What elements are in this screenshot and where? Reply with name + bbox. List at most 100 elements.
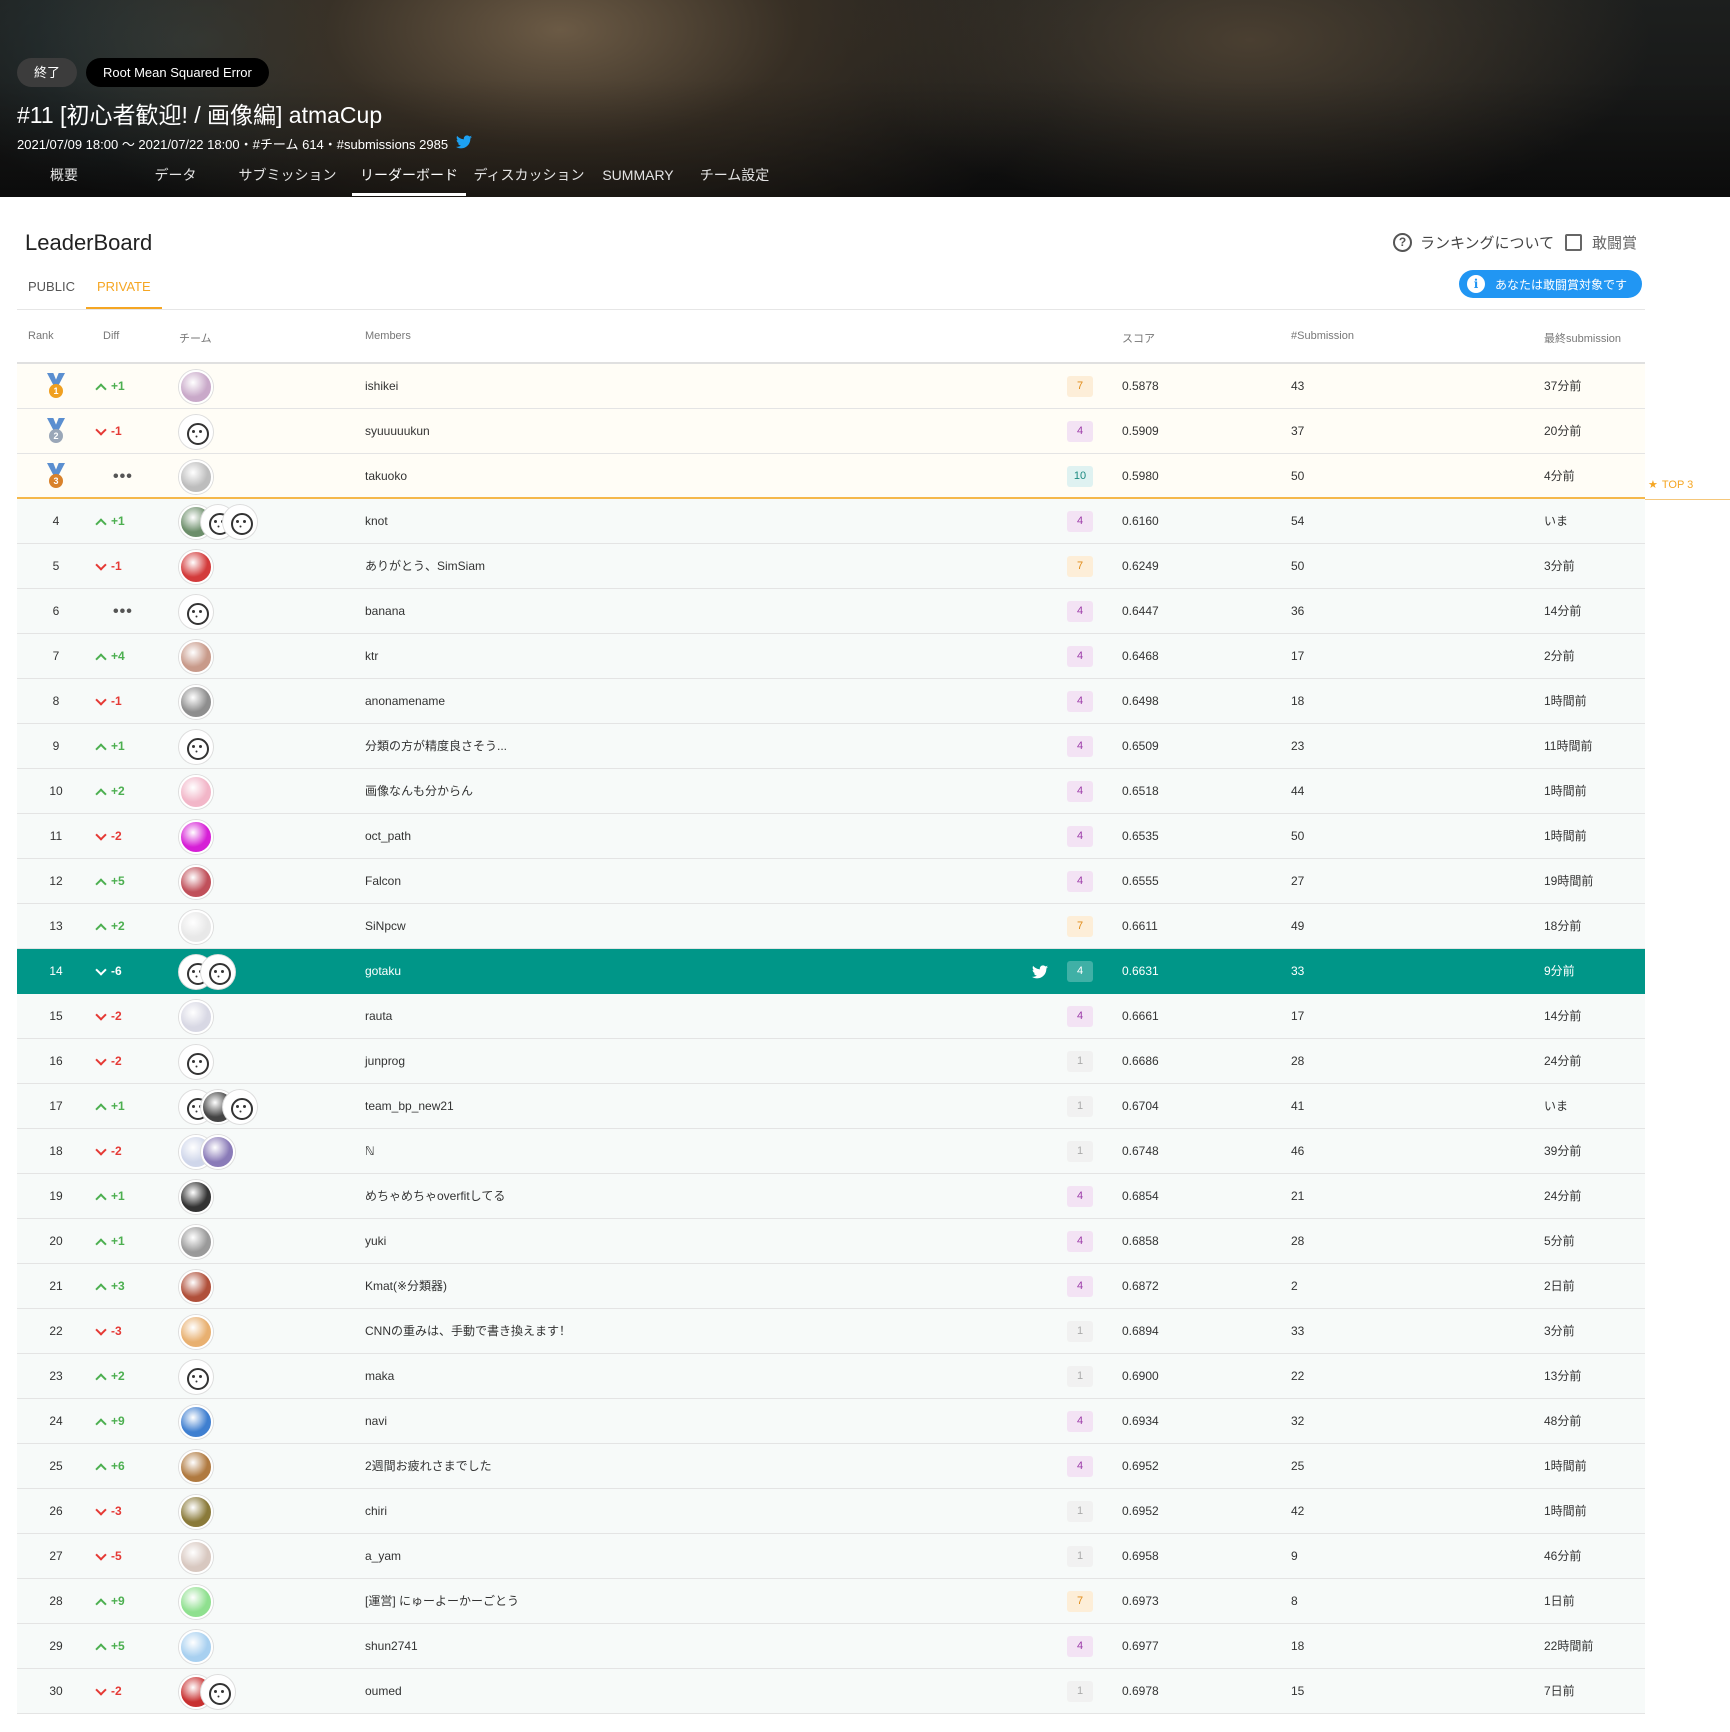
team-name[interactable]: SiNpcw bbox=[365, 904, 406, 949]
table-row[interactable]: 21 +3 Kmat(※分類器) 4 0.6872 2 2日前 bbox=[17, 1264, 1645, 1309]
avatar[interactable] bbox=[179, 729, 213, 764]
team-name[interactable]: oct_path bbox=[365, 814, 411, 859]
team-name[interactable]: ishikei bbox=[365, 364, 398, 409]
avatar[interactable] bbox=[179, 1314, 213, 1349]
table-row[interactable]: 1 +1 ishikei 7 0.5878 43 37分前 bbox=[17, 364, 1645, 409]
avatar[interactable] bbox=[223, 504, 257, 539]
table-row[interactable]: 27 -5 a_yam 1 0.6958 9 46分前 bbox=[17, 1534, 1645, 1579]
avatar[interactable] bbox=[179, 1629, 213, 1664]
avatar[interactable] bbox=[179, 1224, 213, 1259]
table-row[interactable]: 7 +4 ktr 4 0.6468 17 2分前 bbox=[17, 634, 1645, 679]
table-row[interactable]: 14 -6 gotaku 4 0.6631 33 9分前 bbox=[17, 949, 1645, 994]
team-name[interactable]: Kmat(※分類器) bbox=[365, 1264, 447, 1309]
team-name[interactable]: knot bbox=[365, 499, 388, 544]
table-row[interactable]: 13 +2 SiNpcw 7 0.6611 49 18分前 bbox=[17, 904, 1645, 949]
table-row[interactable]: 6 ••• banana 4 0.6447 36 14分前 bbox=[17, 589, 1645, 634]
team-name[interactable]: syuuuuukun bbox=[365, 409, 430, 454]
table-row[interactable]: 12 +5 Falcon 4 0.6555 27 19時間前 bbox=[17, 859, 1645, 904]
avatar[interactable] bbox=[179, 909, 213, 944]
team-name[interactable]: oumed bbox=[365, 1669, 402, 1714]
column-rank[interactable]: Rank bbox=[28, 330, 54, 342]
avatar[interactable] bbox=[223, 1089, 257, 1124]
table-row[interactable]: 8 -1 anonamename 4 0.6498 18 1時間前 bbox=[17, 679, 1645, 724]
team-name[interactable]: gotaku bbox=[365, 949, 401, 994]
team-name[interactable]: Falcon bbox=[365, 859, 401, 904]
fighting-spirit-filter[interactable]: 敢闘賞 bbox=[1565, 232, 1637, 253]
avatar[interactable] bbox=[179, 1584, 213, 1619]
avatar[interactable] bbox=[179, 819, 213, 854]
ranking-help-link[interactable]: ? ランキングについて bbox=[1393, 232, 1554, 253]
team-name[interactable]: [運営] にゅーよーかーごとう bbox=[365, 1579, 519, 1624]
tab-3[interactable]: リーダーボード bbox=[352, 160, 466, 197]
table-row[interactable]: 4 +1 knot 4 0.6160 54 いま bbox=[17, 499, 1645, 544]
team-name[interactable]: shun2741 bbox=[365, 1624, 418, 1669]
avatar[interactable] bbox=[179, 999, 213, 1034]
table-row[interactable]: 9 +1 分類の方が精度良さそう... 4 0.6509 23 11時間前 bbox=[17, 724, 1645, 769]
team-name[interactable]: ℕ bbox=[365, 1129, 375, 1174]
avatar[interactable] bbox=[179, 1494, 213, 1529]
avatar[interactable] bbox=[179, 1449, 213, 1484]
table-row[interactable]: 19 +1 めちゃめちゃoverfitしてる 4 0.6854 21 24分前 bbox=[17, 1174, 1645, 1219]
team-name[interactable]: yuki bbox=[365, 1219, 386, 1264]
team-name[interactable]: めちゃめちゃoverfitしてる bbox=[365, 1174, 505, 1219]
table-row[interactable]: 23 +2 maka 1 0.6900 22 13分前 bbox=[17, 1354, 1645, 1399]
tab-private[interactable]: PRIVATE bbox=[85, 272, 162, 309]
team-name[interactable]: maka bbox=[365, 1354, 394, 1399]
team-name[interactable]: rauta bbox=[365, 994, 392, 1039]
avatar[interactable] bbox=[201, 1134, 235, 1169]
avatar[interactable] bbox=[179, 639, 213, 674]
table-row[interactable]: 11 -2 oct_path 4 0.6535 50 1時間前 bbox=[17, 814, 1645, 859]
table-row[interactable]: 26 -3 chiri 1 0.6952 42 1時間前 bbox=[17, 1489, 1645, 1534]
tab-1[interactable]: データ bbox=[128, 160, 223, 197]
team-name[interactable]: team_bp_new21 bbox=[365, 1084, 454, 1129]
avatar[interactable] bbox=[179, 594, 213, 629]
avatar[interactable] bbox=[179, 369, 213, 404]
table-row[interactable]: 18 -2 ℕ 1 0.6748 46 39分前 bbox=[17, 1129, 1645, 1174]
team-name[interactable]: ありがとう、SimSiam bbox=[365, 544, 485, 589]
tab-public[interactable]: PUBLIC bbox=[17, 272, 86, 309]
tab-2[interactable]: サブミッション bbox=[223, 160, 352, 197]
avatar[interactable] bbox=[201, 954, 235, 989]
column-score[interactable]: スコア bbox=[1122, 330, 1155, 346]
table-row[interactable]: 28 +9 [運営] にゅーよーかーごとう 7 0.6973 8 1日前 bbox=[17, 1579, 1645, 1624]
avatar[interactable] bbox=[179, 1269, 213, 1304]
team-name[interactable]: ktr bbox=[365, 634, 378, 679]
twitter-icon[interactable] bbox=[456, 135, 473, 152]
team-name[interactable]: anonamename bbox=[365, 679, 445, 724]
team-name[interactable]: chiri bbox=[365, 1489, 387, 1534]
tab-4[interactable]: ディスカッション bbox=[466, 160, 592, 197]
avatar[interactable] bbox=[179, 459, 213, 494]
team-name[interactable]: 画像なんも分からん bbox=[365, 769, 473, 814]
avatar[interactable] bbox=[179, 1404, 213, 1439]
table-row[interactable]: 15 -2 rauta 4 0.6661 17 14分前 bbox=[17, 994, 1645, 1039]
team-name[interactable]: navi bbox=[365, 1399, 387, 1444]
table-row[interactable]: 17 +1 team_bp_new21 1 0.6704 41 いま bbox=[17, 1084, 1645, 1129]
team-name[interactable]: junprog bbox=[365, 1039, 405, 1084]
avatar[interactable] bbox=[179, 1179, 213, 1214]
avatar[interactable] bbox=[179, 864, 213, 899]
avatar[interactable] bbox=[179, 1359, 213, 1394]
tab-0[interactable]: 概要 bbox=[0, 160, 128, 197]
table-row[interactable]: 22 -3 CNNの重みは、手動で書き換えます！ 1 0.6894 33 3分前 bbox=[17, 1309, 1645, 1354]
checkbox[interactable] bbox=[1565, 234, 1582, 251]
avatar[interactable] bbox=[179, 684, 213, 719]
table-row[interactable]: 10 +2 画像なんも分からん 4 0.6518 44 1時間前 bbox=[17, 769, 1645, 814]
avatar[interactable] bbox=[179, 1539, 213, 1574]
team-name[interactable]: 2週間お疲れさまでした bbox=[365, 1444, 492, 1489]
table-row[interactable]: 5 -1 ありがとう、SimSiam 7 0.6249 50 3分前 bbox=[17, 544, 1645, 589]
avatar[interactable] bbox=[201, 1674, 235, 1709]
column-diff[interactable]: Diff bbox=[103, 330, 119, 342]
avatar[interactable] bbox=[179, 414, 213, 449]
tab-6[interactable]: チーム設定 bbox=[684, 160, 785, 197]
team-name[interactable]: 分類の方が精度良さそう... bbox=[365, 724, 507, 769]
table-row[interactable]: 25 +6 2週間お疲れさまでした 4 0.6952 25 1時間前 bbox=[17, 1444, 1645, 1489]
table-row[interactable]: 16 -2 junprog 1 0.6686 28 24分前 bbox=[17, 1039, 1645, 1084]
tab-5[interactable]: SUMMARY bbox=[592, 160, 684, 197]
team-name[interactable]: banana bbox=[365, 589, 405, 634]
column-last-submission[interactable]: 最終submission bbox=[1544, 330, 1621, 346]
avatar[interactable] bbox=[179, 1044, 213, 1079]
table-row[interactable]: 29 +5 shun2741 4 0.6977 18 22時間前 bbox=[17, 1624, 1645, 1669]
table-row[interactable]: 30 -2 oumed 1 0.6978 15 7日前 bbox=[17, 1669, 1645, 1714]
team-name[interactable]: takuoko bbox=[365, 454, 407, 499]
team-name[interactable]: a_yam bbox=[365, 1534, 401, 1579]
